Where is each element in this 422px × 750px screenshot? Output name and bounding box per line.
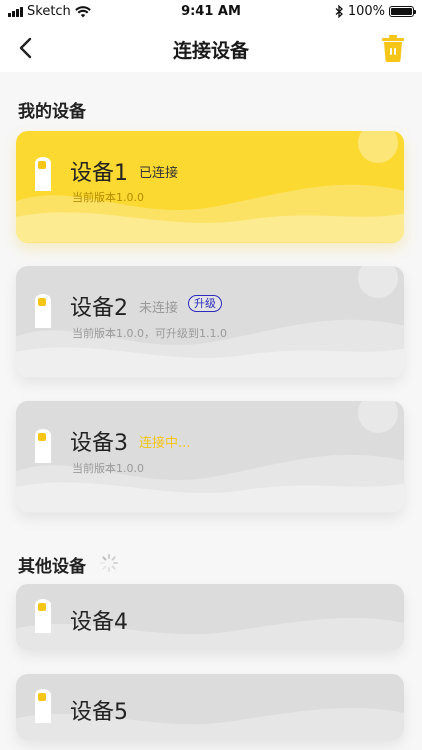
- loading-spinner-icon: [100, 554, 118, 572]
- battery-percent: 100%: [347, 4, 385, 19]
- version-text: 当前版本1.0.0: [72, 191, 144, 204]
- battery-level: [391, 8, 412, 15]
- page-title: 连接设备: [172, 40, 249, 62]
- status-connected: 已连接: [139, 166, 179, 181]
- device-name: 设备5: [70, 700, 128, 725]
- my-devices-title: 我的设备: [18, 102, 86, 122]
- device-card-1[interactable]: 设备1 已连接 当前版本1.0.0: [16, 131, 404, 243]
- device-icon: [35, 157, 51, 191]
- device-name: 设备4: [70, 610, 128, 635]
- status-disconnected: 未连接: [139, 301, 179, 316]
- corner-decoration: [358, 131, 398, 163]
- other-device-card-5[interactable]: 设备5: [16, 674, 404, 740]
- upgrade-badge[interactable]: 升级: [188, 295, 222, 312]
- battery-icon: [389, 6, 416, 17]
- trash-icon[interactable]: [378, 33, 408, 63]
- device-icon: [35, 689, 51, 723]
- device-name: 设备2: [70, 296, 128, 321]
- device-icon: [35, 429, 51, 463]
- corner-decoration: [358, 401, 398, 433]
- device-icon: [35, 599, 51, 633]
- status-right: 100%: [335, 4, 416, 19]
- device-icon: [35, 294, 51, 328]
- device-name: 设备1: [70, 161, 128, 186]
- version-text: 当前版本1.0.0: [72, 462, 144, 475]
- other-device-card-4[interactable]: 设备4: [16, 584, 404, 650]
- device-card-2[interactable]: 设备2 未连接 升级 当前版本1.0.0，可升级到1.1.0: [16, 266, 404, 378]
- bluetooth-icon: [335, 5, 343, 18]
- nav-bar: 连接设备: [0, 22, 422, 72]
- device-name: 设备3: [70, 431, 128, 456]
- device-card-3[interactable]: 设备3 连接中... 当前版本1.0.0: [16, 401, 404, 513]
- version-text: 当前版本1.0.0，可升级到1.1.0: [72, 327, 227, 340]
- corner-decoration: [358, 266, 398, 298]
- status-connecting: 连接中...: [139, 436, 191, 451]
- status-bar: Sketch 9:41 AM 100%: [0, 0, 422, 22]
- other-devices-title: 其他设备: [18, 557, 86, 577]
